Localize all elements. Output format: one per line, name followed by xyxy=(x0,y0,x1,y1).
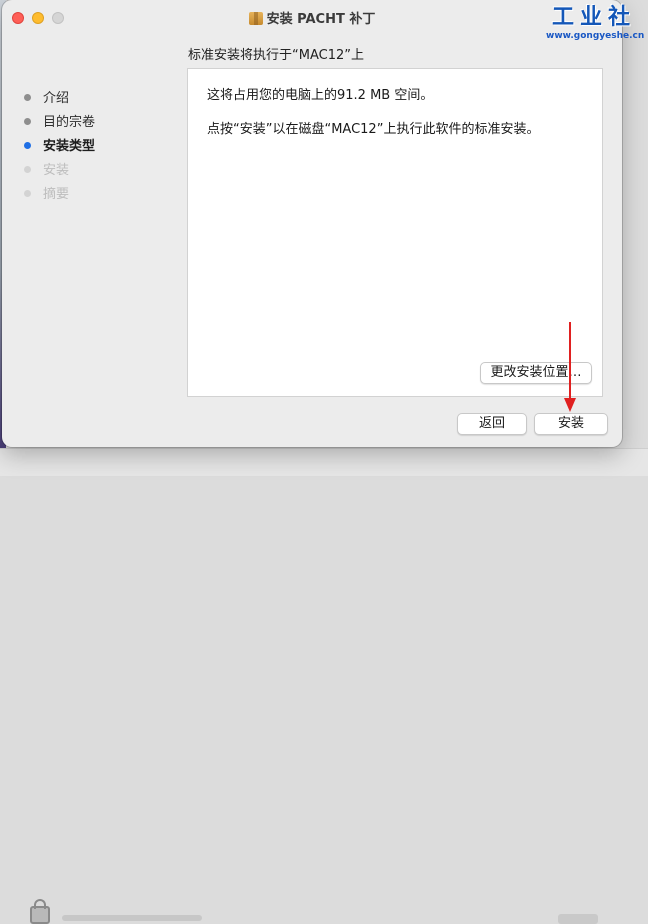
content-panel: 这将占用您的电脑上的91.2 MB 空间。 点按“安装”以在磁盘“MAC12”上… xyxy=(187,68,603,397)
window-title: 安装 PACHT 补丁 xyxy=(266,12,376,27)
space-required-text: 这将占用您的电脑上的91.2 MB 空间。 xyxy=(207,88,434,103)
step-destination: 目的宗卷 xyxy=(24,113,95,137)
step-dot-icon xyxy=(24,94,31,101)
step-label: 摘要 xyxy=(43,187,70,202)
install-instruction-text: 点按“安装”以在磁盘“MAC12”上执行此软件的标准安装。 xyxy=(207,122,540,137)
step-label: 介绍 xyxy=(43,91,70,106)
package-icon xyxy=(248,12,263,25)
watermark-url: www.gongyeshe.cn xyxy=(546,31,645,41)
background-text xyxy=(62,915,202,921)
background-window xyxy=(0,448,648,924)
watermark-logo: 工业社 www.gongyeshe.cn xyxy=(546,4,645,46)
lock-icon xyxy=(30,899,50,924)
step-dot-icon xyxy=(24,142,31,149)
step-dot-icon xyxy=(24,166,31,173)
watermark-text: 工业社 xyxy=(551,4,636,30)
annotation-arrow-icon xyxy=(564,322,576,412)
step-install-type: 安装类型 xyxy=(24,137,95,161)
background-button xyxy=(558,914,598,924)
step-label: 安装 xyxy=(43,163,70,178)
step-intro: 介绍 xyxy=(24,89,95,113)
step-label: 安装类型 xyxy=(43,139,96,154)
installer-window: 安装 PACHT 补丁 标准安装将执行于“MAC12”上 介绍 目的宗卷 安装类… xyxy=(2,0,622,447)
step-dot-icon xyxy=(24,190,31,197)
title-bar: 安装 PACHT 补丁 xyxy=(2,0,622,36)
step-install: 安装 xyxy=(24,161,95,185)
step-summary: 摘要 xyxy=(24,185,95,209)
window-title-wrap: 安装 PACHT 补丁 xyxy=(2,8,622,27)
step-dot-icon xyxy=(24,118,31,125)
install-button[interactable]: 安装 xyxy=(534,413,608,435)
step-label: 目的宗卷 xyxy=(43,115,96,130)
back-button[interactable]: 返回 xyxy=(457,413,527,435)
page-subtitle: 标准安装将执行于“MAC12”上 xyxy=(188,48,364,63)
steps-sidebar: 介绍 目的宗卷 安装类型 安装 摘要 xyxy=(24,89,95,209)
